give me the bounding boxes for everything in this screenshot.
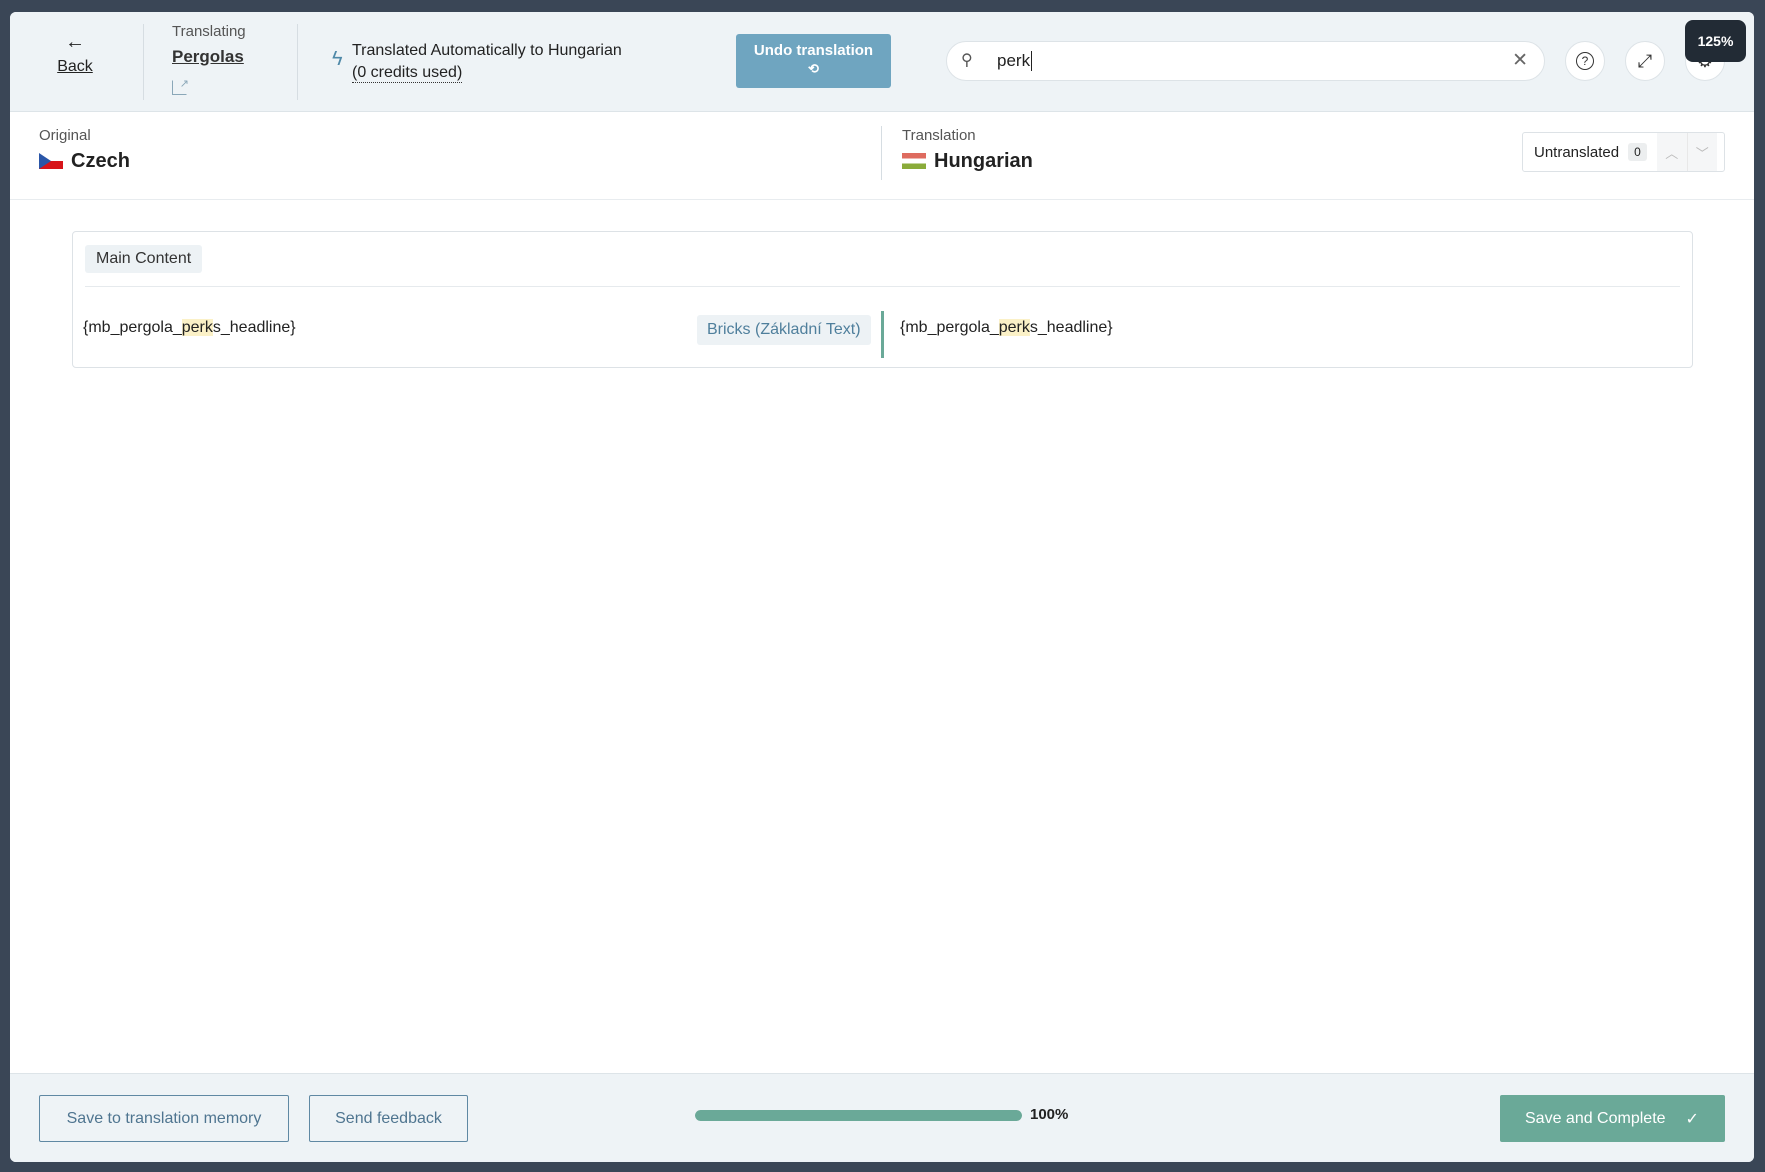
- fullscreen-button[interactable]: ⤢: [1625, 41, 1665, 81]
- source-text[interactable]: {mb_pergola_perks_headline}: [83, 319, 296, 337]
- footer: Save to translation memory Send feedback…: [10, 1073, 1754, 1162]
- progress-fill: [695, 1110, 1022, 1121]
- back-label: Back: [57, 58, 93, 75]
- original-label: Original: [39, 127, 91, 144]
- progress-bar: [695, 1110, 1022, 1121]
- search-highlight: perk: [998, 319, 1030, 336]
- save-to-memory-button[interactable]: Save to translation memory: [39, 1095, 289, 1142]
- translation-label: Translation: [902, 127, 976, 144]
- untranslated-count: 0: [1628, 143, 1647, 161]
- auto-translated-text: Translated Automatically to Hungarian: [352, 42, 622, 59]
- save-and-complete-button[interactable]: Save and Complete ✓: [1500, 1095, 1725, 1142]
- content-section: Main Content {mb_pergola_perks_headline}…: [72, 231, 1693, 368]
- external-link-icon[interactable]: ↗: [172, 78, 189, 95]
- clear-search-icon[interactable]: ✕: [1512, 49, 1528, 72]
- untranslated-label: Untranslated: [1534, 143, 1620, 161]
- translating-label: Translating: [172, 23, 246, 40]
- divider: [143, 24, 144, 100]
- czech-flag-icon: [39, 153, 63, 169]
- search-highlight: perk: [181, 319, 213, 336]
- undo-translation-button[interactable]: Undo translation ⟲: [736, 34, 891, 88]
- expand-icon: ⤢: [1637, 50, 1653, 71]
- divider: [85, 286, 1680, 287]
- divider: [881, 126, 882, 180]
- translated-indicator: [881, 311, 884, 358]
- search-input[interactable]: perk: [997, 51, 1033, 71]
- help-icon: ?: [1576, 52, 1594, 70]
- header: ← Back Translating Pergolas ↗ ϟ Translat…: [10, 12, 1754, 112]
- arrow-left-icon: ←: [65, 31, 85, 53]
- translation-text[interactable]: {mb_pergola_perks_headline}: [900, 319, 1113, 337]
- credits-used[interactable]: (0 credits used): [352, 64, 463, 83]
- check-icon: ✓: [1685, 1110, 1699, 1128]
- progress-label: 100%: [1030, 1106, 1069, 1123]
- bolt-icon: ϟ: [332, 48, 343, 70]
- undo-label: Undo translation: [753, 42, 874, 59]
- translation-editor: ← Back Translating Pergolas ↗ ϟ Translat…: [10, 12, 1754, 1162]
- section-tag: Main Content: [85, 245, 203, 273]
- language-row: Original Czech Translation Hungarian Unt…: [10, 112, 1754, 200]
- previous-untranslated-button[interactable]: ︿: [1656, 133, 1687, 171]
- field-type-tag: Bricks (Základní Text): [697, 315, 871, 345]
- next-untranslated-button[interactable]: ﹀: [1686, 133, 1717, 171]
- untranslated-filter[interactable]: Untranslated 0 ︿ ﹀: [1522, 132, 1725, 172]
- translation-language: Hungarian: [934, 150, 1033, 172]
- send-feedback-button[interactable]: Send feedback: [309, 1095, 468, 1142]
- search-field[interactable]: ⚲ perk ✕: [946, 41, 1545, 81]
- undo-icon: ⟲: [808, 61, 819, 76]
- search-icon: ⚲: [961, 52, 973, 69]
- divider: [297, 24, 298, 100]
- back-button[interactable]: ← Back: [50, 32, 100, 76]
- original-language: Czech: [71, 150, 130, 172]
- help-button[interactable]: ?: [1565, 41, 1605, 81]
- complete-label: Save and Complete: [1525, 1109, 1666, 1127]
- hungarian-flag-icon: [902, 153, 926, 169]
- page-link[interactable]: Pergolas: [172, 47, 244, 67]
- zoom-tooltip: 125%: [1685, 20, 1746, 62]
